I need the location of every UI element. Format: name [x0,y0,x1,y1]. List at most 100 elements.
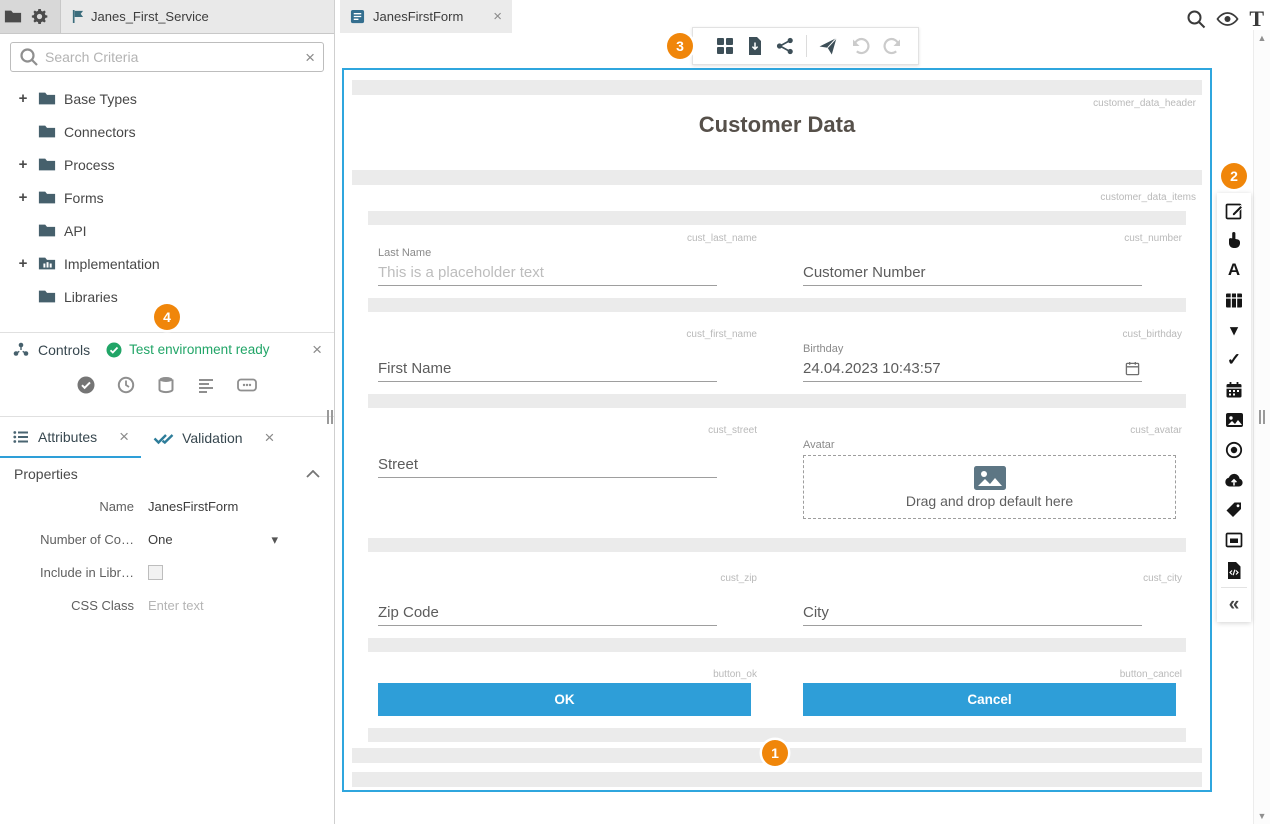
image-control-icon[interactable] [1217,405,1251,435]
label-tag-control-icon[interactable] [1217,495,1251,525]
palette-divider [1221,587,1247,588]
close-tab-icon[interactable]: × [493,9,502,24]
field-avatar[interactable]: cust_avatar Avatar Drag and drop default… [795,424,1184,519]
tree-item-base-types[interactable]: + Base Types [0,82,334,115]
drop-zone-bar[interactable] [352,772,1202,787]
share-model-icon[interactable] [775,36,795,56]
form-canvas[interactable]: customer_data_header Customer Data custo… [342,68,1212,792]
property-row-library: Include in Libr… [0,556,334,589]
tree-item-implementation[interactable]: + Implementation [0,247,334,280]
service-tab[interactable]: Janes_First_Service [60,0,334,33]
calendar-icon[interactable] [1125,361,1140,376]
tree-item-api[interactable]: API [0,214,334,247]
drop-zone-bar[interactable] [368,394,1186,408]
scroll-down-icon[interactable]: ▼ [1258,811,1267,821]
field-ok-button[interactable]: button_ok OK [370,668,759,716]
typography-icon[interactable]: T [1249,6,1264,32]
tab-janesfirstform[interactable]: JanesFirstForm × [340,0,512,33]
ok-button[interactable]: OK [378,683,751,716]
field-label [378,586,717,601]
tree-item-forms[interactable]: + Forms [0,181,334,214]
include-in-library-checkbox[interactable] [148,565,163,580]
close-validation-icon[interactable]: × [265,429,275,446]
form-name-value[interactable]: JanesFirstForm [148,499,320,514]
drop-zone-bar[interactable] [368,211,1186,225]
birthday-input[interactable]: 24.04.2023 10:43:57 [803,357,1142,382]
drop-zone-bar[interactable] [352,170,1202,185]
undo-icon[interactable] [849,36,871,56]
drop-zone-bar[interactable] [368,538,1186,552]
close-controls-icon[interactable]: × [312,341,322,358]
left-splitter-handle[interactable] [327,410,335,424]
dialog-control-icon[interactable] [1217,525,1251,555]
clear-search-icon[interactable]: × [305,49,315,66]
tree-item-process[interactable]: + Process [0,148,334,181]
check-circle-icon[interactable] [76,375,96,395]
field-zip[interactable]: cust_zip Zip Code [370,572,759,626]
deploy-send-icon[interactable] [818,36,838,56]
drop-zone-bar[interactable] [352,80,1202,95]
field-city[interactable]: cust_city City [795,572,1184,626]
code-file-control-icon[interactable] [1217,555,1251,585]
expand-icon[interactable]: + [12,90,34,107]
collapse-chevron-icon[interactable] [306,470,320,478]
folder-browser-icon[interactable] [0,9,26,24]
columns-select[interactable]: One ▾ [148,532,278,548]
folder-icon [34,223,60,238]
table-control-icon[interactable] [1217,285,1251,315]
tab-attributes[interactable]: Attributes × [0,417,141,458]
street-input[interactable]: Street [378,453,717,478]
datepicker-control-icon[interactable] [1217,375,1251,405]
vertical-scrollbar[interactable]: ▲ ▼ [1253,30,1270,824]
console-ellipsis-icon[interactable] [236,375,258,395]
search-input[interactable] [45,49,299,65]
expand-icon[interactable]: + [12,255,34,272]
settings-gear-icon[interactable] [26,8,52,25]
layout-grid-icon[interactable] [715,36,735,56]
right-splitter-handle[interactable] [1259,410,1267,424]
drop-zone-bar[interactable] [368,638,1186,652]
city-input[interactable]: City [803,601,1142,626]
log-lines-icon[interactable] [196,375,216,395]
field-cancel-button[interactable]: button_cancel Cancel [795,668,1184,716]
first-name-input[interactable]: First Name [378,357,717,382]
upload-control-icon[interactable] [1217,465,1251,495]
field-first-name[interactable]: cust_first_name First Name [370,328,759,382]
last-name-input[interactable]: This is a placeholder text [378,261,717,286]
preview-eye-icon[interactable] [1216,11,1239,27]
field-annotation: cust_city [795,572,1184,585]
form-title[interactable]: Customer Data [344,112,1210,138]
zip-input[interactable]: Zip Code [378,601,717,626]
checkbox-control-icon[interactable]: ✓ [1217,345,1251,375]
expand-icon[interactable]: + [12,189,34,206]
tree-item-connectors[interactable]: Connectors [0,115,334,148]
field-street[interactable]: cust_street Street [370,424,759,519]
close-attributes-icon[interactable]: × [119,428,129,445]
field-last-name[interactable]: cust_last_name Last Name This is a place… [370,232,759,286]
text-control-icon[interactable]: A [1217,255,1251,285]
drop-zone-bar[interactable] [368,298,1186,312]
pointer-control-icon[interactable] [1217,225,1251,255]
cancel-button[interactable]: Cancel [803,683,1176,716]
import-file-icon[interactable] [746,36,764,56]
expand-icon[interactable]: + [12,156,34,173]
dropdown-control-icon[interactable]: ▾ [1217,315,1251,345]
tree-item-label: Libraries [64,289,118,305]
collapse-palette-icon[interactable]: « [1217,590,1251,620]
history-icon[interactable] [116,375,136,395]
scroll-up-icon[interactable]: ▲ [1258,33,1267,43]
global-search-icon[interactable] [1186,9,1206,29]
field-annotation: cust_street [370,424,759,437]
field-label: Avatar [803,438,1142,453]
database-icon[interactable] [156,375,176,395]
css-class-input[interactable] [148,598,268,613]
input-field-control-icon[interactable] [1217,195,1251,225]
customer-number-input[interactable]: Customer Number [803,261,1142,286]
radio-button-control-icon[interactable] [1217,435,1251,465]
field-customer-number[interactable]: cust_number Customer Number [795,232,1184,286]
field-birthday[interactable]: cust_birthday Birthday 24.04.2023 10:43:… [795,328,1184,382]
avatar-dropzone[interactable]: Drag and drop default here [803,455,1176,519]
tab-title: JanesFirstForm [373,9,463,24]
redo-icon[interactable] [882,36,904,56]
tab-validation[interactable]: Validation × [141,417,286,458]
